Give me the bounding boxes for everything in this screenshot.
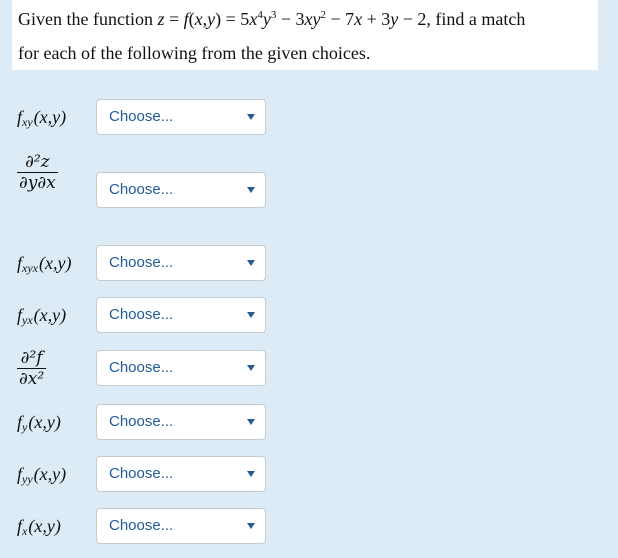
answer-select[interactable]: Choose...: [96, 297, 266, 333]
chevron-down-icon: [247, 260, 255, 266]
select-value: Choose...: [109, 306, 174, 323]
answer-select[interactable]: Choose...: [96, 508, 266, 544]
term-label: f x (x,y): [17, 515, 61, 538]
fraction-numerator: ∂²z: [25, 152, 50, 172]
term-label: ∂²f ∂x²: [17, 348, 47, 389]
select-value: Choose...: [109, 517, 174, 534]
question-line-1: Given the function z = f(x,y) = 5x4y3 − …: [18, 9, 526, 29]
match-row: f yx (x,y) Choose...: [17, 297, 617, 333]
select-value: Choose...: [109, 465, 174, 482]
fraction-denominator: ∂y∂x: [19, 173, 56, 193]
fraction-denominator: ∂x²: [19, 369, 45, 389]
select-value: Choose...: [109, 359, 174, 376]
select-value: Choose...: [109, 108, 174, 125]
fraction-numerator: ∂²f: [20, 348, 43, 368]
question-line-2: for each of the following from the given…: [18, 43, 371, 63]
term-label: f yx (x,y): [17, 304, 67, 327]
chevron-down-icon: [247, 187, 255, 193]
chevron-down-icon: [247, 471, 255, 477]
term-label: f yy (x,y): [17, 463, 67, 486]
answer-select[interactable]: Choose...: [96, 404, 266, 440]
select-value: Choose...: [109, 413, 174, 430]
match-row: ∂²f ∂x² Choose...: [17, 348, 617, 389]
chevron-down-icon: [247, 365, 255, 371]
answer-select[interactable]: Choose...: [96, 245, 266, 281]
answer-select[interactable]: Choose...: [96, 456, 266, 492]
chevron-down-icon: [247, 523, 255, 529]
match-row: f x (x,y) Choose...: [17, 508, 617, 544]
chevron-down-icon: [247, 312, 255, 318]
question-text: Given the function z = f(x,y) = 5x4y3 − …: [12, 0, 598, 70]
chevron-down-icon: [247, 419, 255, 425]
answer-select[interactable]: Choose...: [96, 350, 266, 386]
term-label: f xyx (x,y): [17, 252, 72, 275]
match-row: ∂²z ∂y∂x Choose...: [17, 153, 617, 208]
match-row: f y (x,y) Choose...: [17, 404, 617, 440]
term-label: f xy (x,y): [17, 106, 67, 129]
match-row: f yy (x,y) Choose...: [17, 456, 617, 492]
select-value: Choose...: [109, 254, 174, 271]
match-row: f xy (x,y) Choose...: [17, 99, 617, 135]
chevron-down-icon: [247, 114, 255, 120]
answer-select[interactable]: Choose...: [96, 172, 266, 208]
match-row: f xyx (x,y) Choose...: [17, 245, 617, 281]
answer-select[interactable]: Choose...: [96, 99, 266, 135]
term-label: ∂²z ∂y∂x: [17, 153, 58, 192]
term-label: f y (x,y): [17, 411, 61, 434]
select-value: Choose...: [109, 181, 174, 198]
